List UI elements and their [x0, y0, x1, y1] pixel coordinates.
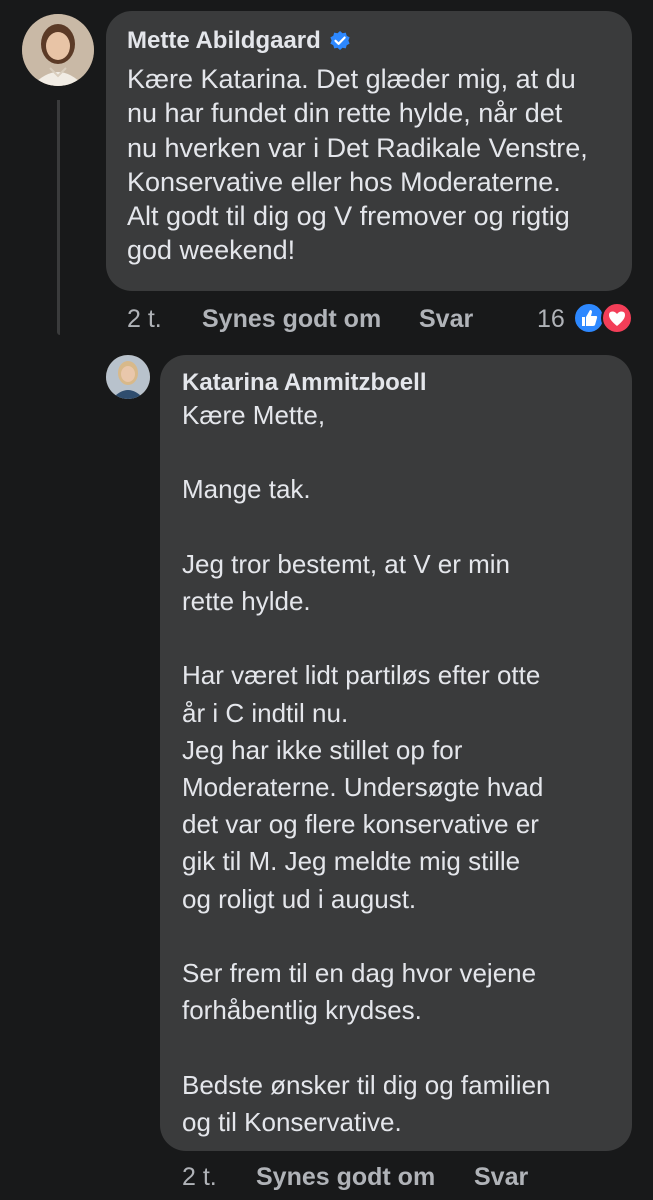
comment-text: Kære Katarina. Det glæder mig, at du nu … — [127, 64, 588, 266]
reply-button[interactable]: Svar — [419, 304, 473, 334]
reply-author[interactable]: Katarina Ammitzboell — [182, 369, 612, 397]
reply-reply-button[interactable]: Svar — [474, 1162, 528, 1192]
avatar[interactable] — [22, 14, 94, 86]
love-reaction-icon[interactable] — [601, 302, 633, 334]
comment-timestamp[interactable]: 2 t. — [127, 304, 162, 334]
reply-bubble: Katarina Ammitzboell Kære Mette, Mange t… — [160, 355, 632, 1151]
thread-line — [57, 100, 60, 335]
comment-author[interactable]: Mette Abildgaard — [127, 27, 612, 55]
reply-author-name[interactable]: Katarina Ammitzboell — [182, 369, 427, 397]
like-button[interactable]: Synes godt om — [202, 304, 381, 334]
comment-bubble: Mette Abildgaard Kære Katarina. Det glæd… — [106, 11, 632, 291]
reaction-count[interactable]: 16 — [537, 304, 565, 334]
reply-avatar[interactable] — [106, 355, 150, 399]
reply-timestamp[interactable]: 2 t. — [182, 1162, 217, 1192]
comment-author-name[interactable]: Mette Abildgaard — [127, 27, 321, 55]
reply-like-button[interactable]: Synes godt om — [256, 1162, 435, 1192]
reply-text: Kære Mette, Mange tak. Jeg tror bestemt,… — [182, 400, 551, 1137]
verified-badge-icon — [329, 30, 351, 52]
